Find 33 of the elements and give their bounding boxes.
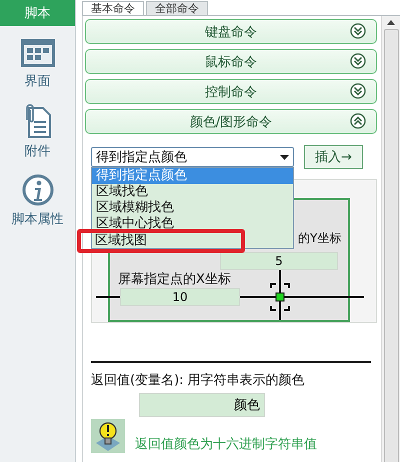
tab[interactable]: 全部命令 (146, 1, 208, 15)
sidebar-item[interactable]: 附件 (24, 142, 50, 160)
y-coordinate-field[interactable]: 5 (220, 252, 338, 270)
x-coordinate-field[interactable]: 10 (120, 288, 240, 306)
y-coordinate-label: 的Y坐标 (298, 230, 342, 247)
section-header[interactable]: 鼠标命令 (85, 49, 377, 74)
sidebar-title: 脚本 (0, 0, 75, 26)
section-header[interactable]: 颜色/图形命令 (85, 109, 377, 134)
lightbulb-warning-icon (91, 419, 125, 453)
dropdown-option[interactable]: 区域找色 (92, 184, 152, 200)
return-value-label: 返回值(变量名): 用字符串表示的颜色 (91, 372, 306, 389)
sidebar-item[interactable]: 界面 (24, 72, 50, 90)
section-header[interactable]: 键盘命令 (85, 19, 377, 44)
dropdown-option[interactable]: 区域中心找色 (92, 216, 178, 232)
collapse-icon (350, 113, 366, 129)
dropdown-option[interactable]: 区域模糊找色 (92, 200, 178, 216)
scroll-up-icon[interactable] (387, 20, 395, 25)
section-header[interactable]: 控制命令 (85, 79, 377, 104)
window-grid-icon (20, 38, 56, 68)
tip-text: 返回值颜色为十六进制字符串值 (135, 436, 317, 453)
insert-button[interactable]: 插入→ (304, 145, 363, 169)
dropdown-arrow-icon (280, 154, 289, 160)
return-value-field[interactable]: 颜色 (139, 393, 265, 417)
sidebar-item[interactable]: 脚本属性 (12, 210, 64, 228)
dropdown-option[interactable]: 区域找图 (91, 233, 151, 249)
command-dropdown[interactable]: 得到指定点颜色 (91, 147, 294, 167)
expand-icon (350, 23, 366, 39)
tab[interactable]: 基本命令 (82, 1, 144, 15)
x-coordinate-label: 屏幕指定点的X坐标 (118, 271, 231, 288)
info-icon (22, 174, 54, 206)
expand-icon (350, 53, 366, 69)
expand-icon (350, 83, 366, 99)
scrollbar-thumb[interactable] (384, 29, 398, 462)
